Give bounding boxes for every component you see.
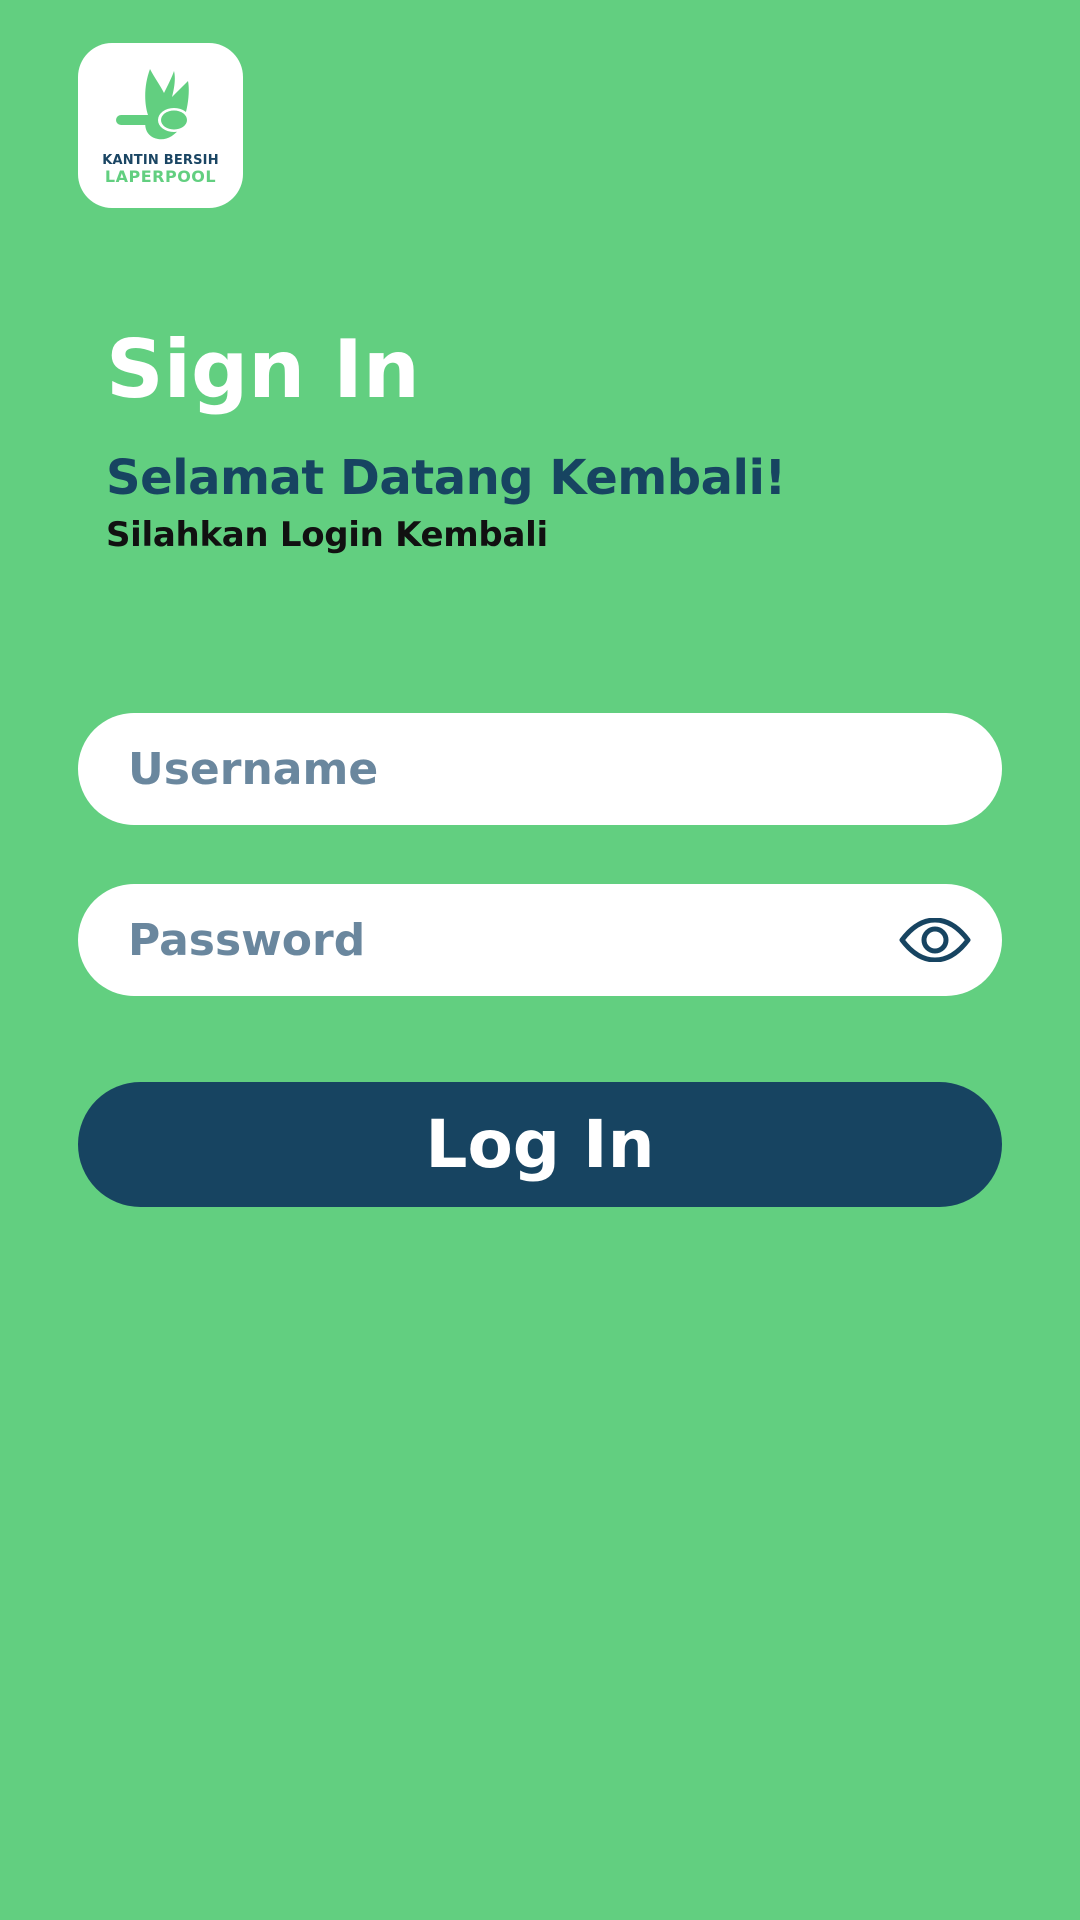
username-field-container (78, 713, 1002, 825)
eye-icon[interactable] (898, 918, 972, 962)
username-input[interactable] (128, 713, 908, 825)
logo-text-line2: LAPERPOOL (104, 167, 217, 186)
logo-text-line1: KANTIN BERSIH (102, 153, 219, 168)
app-logo: KANTIN BERSIH LAPERPOOL (78, 43, 243, 208)
hand-spoon-logo-icon (116, 69, 190, 140)
password-field-container (78, 884, 1002, 996)
login-button[interactable]: Log In (78, 1082, 1002, 1207)
page-title: Sign In (106, 323, 420, 416)
welcome-subtitle: Silahkan Login Kembali (106, 515, 548, 555)
welcome-heading: Selamat Datang Kembali! (106, 450, 786, 506)
password-input[interactable] (128, 884, 908, 996)
